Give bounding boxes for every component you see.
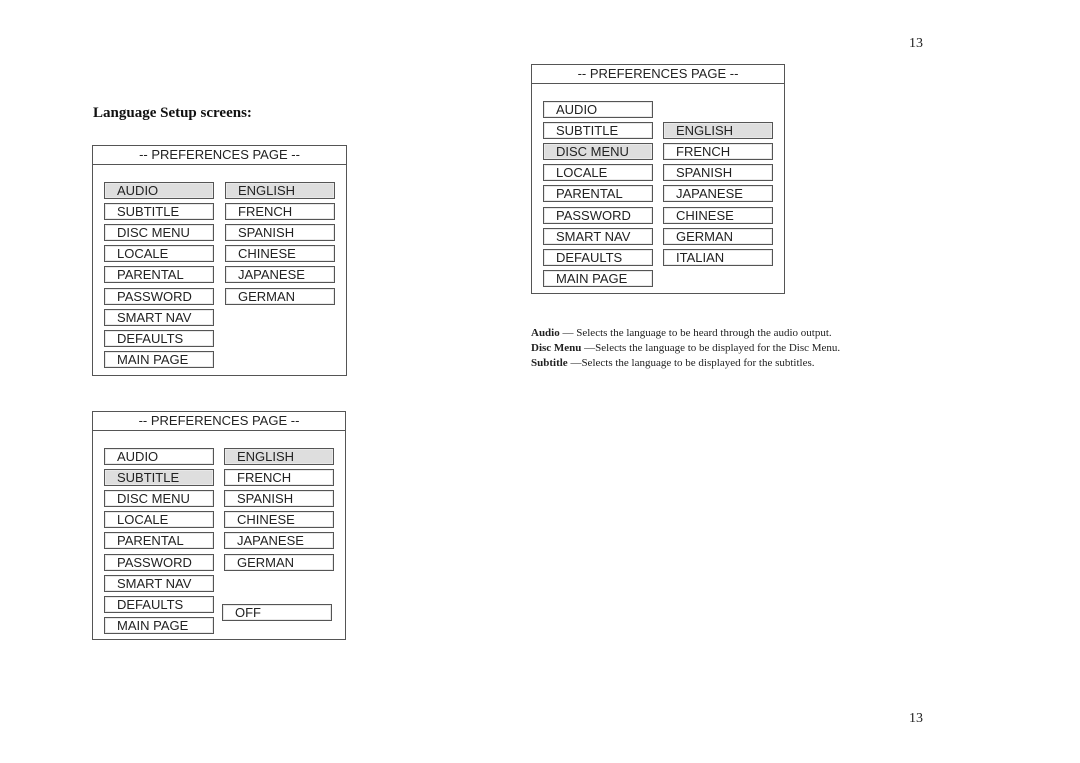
menu-item-smart-nav[interactable]: SMART NAV: [104, 308, 214, 326]
panel-title: -- PREFERENCES PAGE --: [532, 65, 784, 84]
menu-item-password[interactable]: PASSWORD: [104, 287, 214, 305]
menu-item-locale[interactable]: LOCALE: [104, 511, 214, 529]
option-english[interactable]: ENGLISH: [225, 182, 335, 199]
descriptions: Audio — Selects the language to be heard…: [531, 326, 840, 371]
option-spanish[interactable]: SPANISH: [225, 224, 335, 242]
menu-item-main-page[interactable]: MAIN PAGE: [104, 350, 214, 368]
menu-item-smart-nav[interactable]: SMART NAV: [104, 574, 214, 592]
menu-item-defaults[interactable]: DEFAULTS: [104, 329, 214, 347]
option-japanese[interactable]: JAPANESE: [663, 185, 773, 203]
menu-item-disc-menu[interactable]: DISC MENU: [104, 490, 214, 508]
menu-item-audio[interactable]: AUDIO: [104, 448, 214, 465]
option-japanese[interactable]: JAPANESE: [225, 266, 335, 284]
menu-item-main-page[interactable]: MAIN PAGE: [104, 616, 214, 634]
preferences-panel-subtitle: -- PREFERENCES PAGE -- AUDIO SUBTITLE DISC…: [92, 411, 346, 640]
menu-item-main-page[interactable]: MAIN PAGE: [543, 269, 653, 287]
page-number-top: 13: [909, 36, 923, 51]
menu-item-parental[interactable]: PARENTAL: [104, 532, 214, 550]
section-heading: Language Setup screens:: [93, 105, 252, 121]
description-disc-menu: Disc Menu —Selects the language to be di…: [531, 342, 841, 354]
preferences-panel-disc-menu: -- PREFERENCES PAGE -- AUDIO SUBTITLE DISC…: [531, 64, 785, 294]
preferences-panel-audio: -- PREFERENCES PAGE -- AUDIO SUBTITLE DISC…: [92, 145, 347, 376]
menu-item-audio[interactable]: AUDIO: [104, 182, 214, 199]
option-english[interactable]: ENGLISH: [663, 122, 773, 140]
menu-item-disc-menu[interactable]: DISC MENU: [543, 143, 653, 161]
menu-item-parental[interactable]: PARENTAL: [104, 266, 214, 284]
menu-item-smart-nav[interactable]: SMART NAV: [543, 227, 653, 245]
option-german[interactable]: GERMAN: [225, 287, 335, 305]
option-german[interactable]: GERMAN: [663, 227, 773, 245]
menu-item-defaults[interactable]: DEFAULTS: [104, 595, 214, 613]
option-french[interactable]: FRENCH: [224, 469, 334, 487]
page-number-bottom: 13: [909, 711, 923, 726]
panel-title: -- PREFERENCES PAGE --: [93, 412, 345, 431]
option-chinese[interactable]: CHINESE: [663, 206, 773, 224]
option-german[interactable]: GERMAN: [224, 553, 334, 571]
option-spanish[interactable]: SPANISH: [663, 164, 773, 182]
description-subtitle: Subtitle —Selects the language to be dis…: [531, 357, 815, 369]
panel-title: -- PREFERENCES PAGE --: [93, 146, 346, 165]
option-chinese[interactable]: CHINESE: [224, 511, 334, 529]
option-off[interactable]: OFF: [222, 604, 332, 622]
option-french[interactable]: FRENCH: [663, 143, 773, 161]
menu-item-password[interactable]: PASSWORD: [104, 553, 214, 571]
menu-item-password[interactable]: PASSWORD: [543, 206, 653, 224]
option-french[interactable]: FRENCH: [225, 203, 335, 221]
option-chinese[interactable]: CHINESE: [225, 245, 335, 263]
menu-item-defaults[interactable]: DEFAULTS: [543, 248, 653, 266]
option-spanish[interactable]: SPANISH: [224, 490, 334, 508]
description-audio: Audio — Selects the language to be heard…: [531, 327, 832, 339]
option-italian[interactable]: ITALIAN: [663, 248, 773, 266]
menu-item-subtitle[interactable]: SUBTITLE: [543, 122, 653, 140]
menu-item-subtitle[interactable]: SUBTITLE: [104, 203, 214, 221]
option-japanese[interactable]: JAPANESE: [224, 532, 334, 550]
menu-item-audio[interactable]: AUDIO: [543, 101, 653, 118]
menu-item-locale[interactable]: LOCALE: [104, 245, 214, 263]
menu-item-parental[interactable]: PARENTAL: [543, 185, 653, 203]
menu-item-locale[interactable]: LOCALE: [543, 164, 653, 182]
menu-item-subtitle[interactable]: SUBTITLE: [104, 469, 214, 487]
menu-item-disc-menu[interactable]: DISC MENU: [104, 224, 214, 242]
option-english[interactable]: ENGLISH: [224, 448, 334, 465]
